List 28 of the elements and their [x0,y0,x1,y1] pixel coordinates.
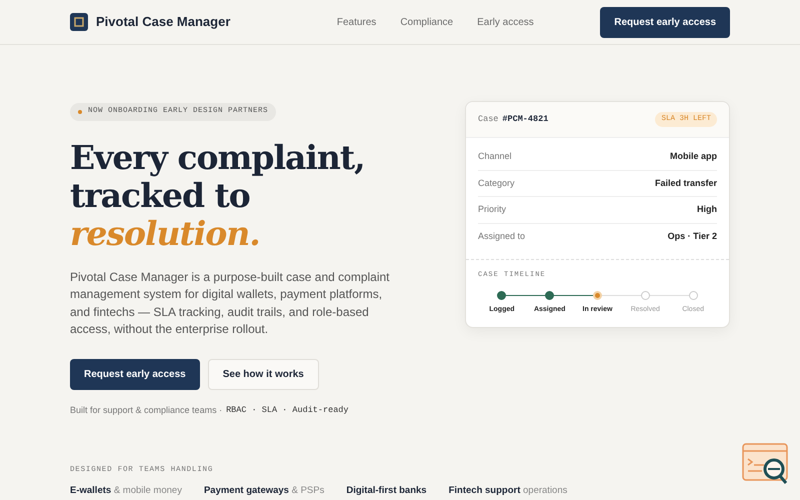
headline-accent: resolution. [70,214,261,253]
field-value: Mobile app [670,150,717,164]
request-access-button[interactable]: Request early access [600,6,730,38]
how-it-works-button[interactable]: See how it works [208,358,319,390]
audience-item: Fintech support operations [448,484,568,498]
field-label: Category [478,176,515,190]
field-label: Assigned to [478,230,526,243]
nav-link[interactable]: Compliance [400,14,454,30]
logo-icon [70,13,88,31]
audience-item: Digital-first banks [346,484,427,498]
case-id: #PCM-4821 [502,113,548,126]
hero-description: Pivotal Case Manager is a purpose-built case and complaint management system for digital wallets, payment platforms, and fintechs — SLA tracking, audit trails, and role-based access, without the enterprise rollout. [70,268,391,338]
field-value: Failed transfer [654,176,717,190]
case-label: Case [478,113,498,126]
audience-item: E-wallets & mobile money [70,484,182,498]
brand-name: Pivotal Case Manager [96,13,230,32]
document-search-icon[interactable] [742,443,790,485]
nav-link[interactable]: Features [336,14,376,30]
field-label: Priority [478,203,506,216]
feature-tags: RBAC · SLA · Audit-ready [226,404,348,417]
field-value: Ops · Tier 2 [668,230,717,243]
headline: Every complaint, tracked to [70,138,366,215]
audience-item: Payment gateways & PSPs [204,484,324,498]
nav-link[interactable]: Early access [477,14,534,30]
field-label: Channel [478,150,512,164]
field-value: High [697,203,717,216]
request-access-button[interactable]: Request early access [70,358,200,390]
audience-note: Built for support & compliance teams · [70,404,222,417]
